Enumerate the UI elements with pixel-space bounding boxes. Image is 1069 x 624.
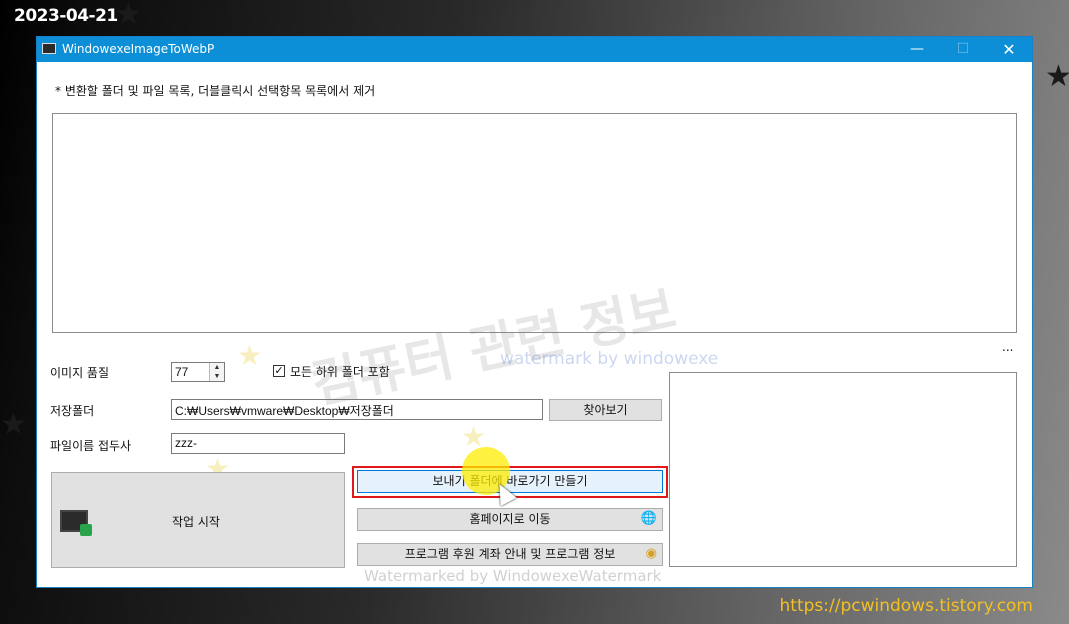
minimize-button[interactable]: —: [894, 37, 940, 62]
ellipsis-label: ...: [1002, 340, 1014, 354]
window-title: WindowexeImageToWebP: [62, 42, 215, 56]
donation-info-button[interactable]: 프로그램 후원 계좌 안내 및 프로그램 정보 ◉: [357, 543, 663, 566]
coins-icon: ◉: [645, 546, 657, 561]
browse-button[interactable]: 찾아보기: [549, 399, 662, 421]
watermark-bottom: Watermarked by WindowexeWatermark: [364, 567, 662, 585]
quality-spin[interactable]: ▲ ▼: [209, 363, 224, 381]
save-folder-label: 저장폴더: [50, 404, 95, 418]
watermark-small: watermark by windowexe: [500, 349, 719, 369]
include-subfolders-checkbox[interactable]: ✓: [273, 365, 285, 377]
maximize-button[interactable]: ☐: [940, 37, 986, 62]
background-star: ★: [115, 0, 142, 32]
background-star: ★: [1045, 59, 1069, 94]
title-bar[interactable]: WindowexeImageToWebP — ☐ ✕: [37, 37, 1032, 62]
close-button[interactable]: ✕: [986, 37, 1032, 62]
save-folder-input[interactable]: C:₩Users₩vmware₩Desktop₩저장폴더: [171, 399, 543, 420]
file-list[interactable]: [52, 113, 1017, 333]
start-button-label: 작업 시작: [172, 515, 220, 529]
homepage-button[interactable]: 홈페이지로 이동 🌐: [357, 508, 663, 531]
watermark-star: ★: [461, 420, 487, 453]
spin-up-icon[interactable]: ▲: [210, 363, 224, 372]
sendto-shortcut-button[interactable]: 보내기 폴더에 바로가기 만들기: [357, 470, 663, 493]
filename-prefix-input[interactable]: zzz-: [171, 433, 345, 454]
homepage-button-label: 홈페이지로 이동: [469, 512, 551, 526]
quality-label: 이미지 품질: [50, 366, 110, 380]
quality-stepper[interactable]: 77 ▲ ▼: [171, 362, 225, 382]
instruction-text: * 변환할 폴더 및 파일 목록, 더블클릭시 선택항목 목록에서 제거: [55, 84, 376, 98]
image-convert-icon: [60, 510, 92, 536]
include-subfolders-label: 모든 하위 폴더 포함: [290, 365, 390, 379]
image-icon: [42, 43, 56, 54]
quality-value: 77: [175, 365, 189, 379]
site-url: https://pcwindows.tistory.com: [779, 596, 1033, 616]
spin-down-icon[interactable]: ▼: [210, 372, 224, 381]
app-window: WindowexeImageToWebP — ☐ ✕ ★ ★ ★ ★ ★ ★ ★…: [36, 36, 1033, 588]
background-star: ★: [0, 407, 27, 442]
log-list[interactable]: [669, 372, 1017, 567]
filename-prefix-label: 파일이름 접두사: [50, 439, 132, 453]
start-button[interactable]: 작업 시작: [51, 472, 345, 568]
watermark-star: ★: [237, 339, 263, 372]
globe-icon: 🌐: [640, 511, 657, 526]
date-overlay: 2023-04-21: [14, 6, 118, 26]
donation-button-label: 프로그램 후원 계좌 안내 및 프로그램 정보: [404, 547, 616, 561]
